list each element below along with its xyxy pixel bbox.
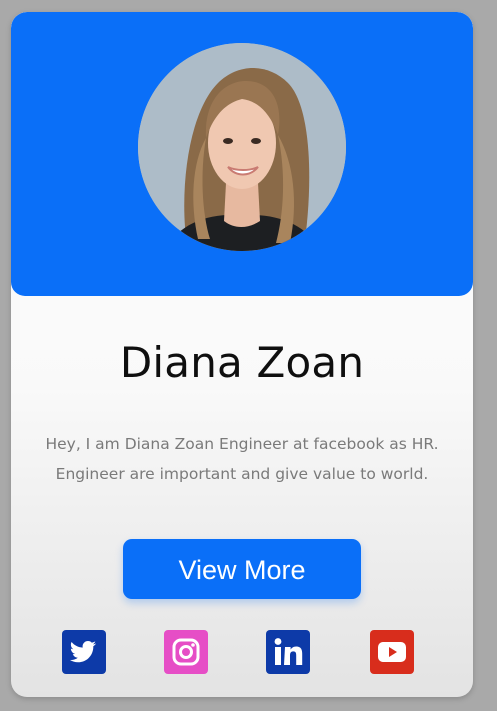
- view-more-button[interactable]: View More: [123, 539, 361, 599]
- instagram-icon: [172, 638, 200, 666]
- profile-name: Diana Zoan: [119, 338, 365, 387]
- twitter-link[interactable]: [62, 630, 106, 674]
- linkedin-icon: [274, 638, 303, 665]
- avatar: [138, 43, 346, 251]
- youtube-link[interactable]: [370, 630, 414, 674]
- twitter-icon: [69, 641, 96, 663]
- linkedin-link[interactable]: [266, 630, 310, 674]
- youtube-icon: [378, 642, 406, 662]
- profile-card: Diana Zoan Hey, I am Diana Zoan Engineer…: [11, 12, 473, 697]
- profile-bio: Hey, I am Diana Zoan Engineer at faceboo…: [45, 435, 439, 483]
- avatar-photo: [138, 43, 346, 251]
- instagram-link[interactable]: [164, 630, 208, 674]
